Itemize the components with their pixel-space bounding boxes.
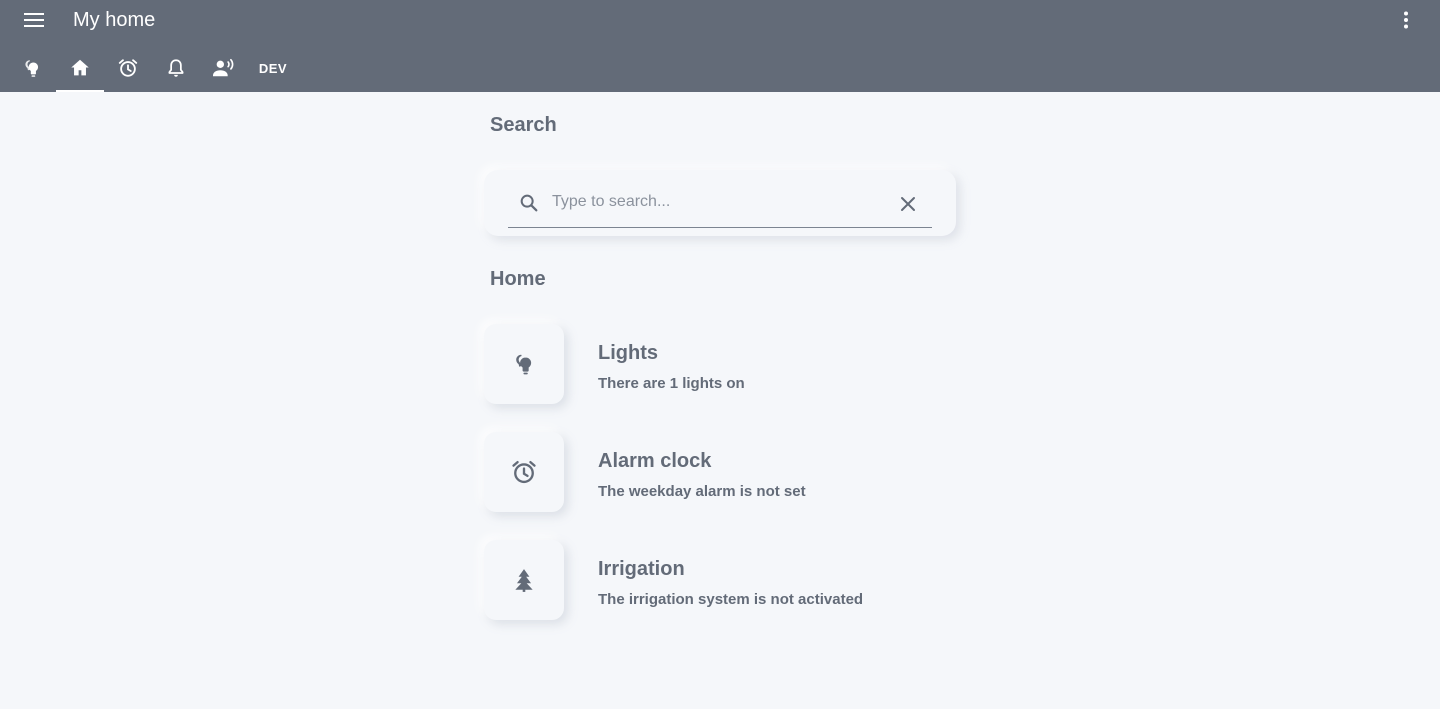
more-vertical-icon bbox=[1404, 11, 1408, 29]
tile-title: Irrigation bbox=[598, 558, 685, 580]
tab-alarm[interactable] bbox=[104, 44, 152, 92]
tile-subtitle: The weekday alarm is not set bbox=[598, 483, 806, 500]
search-section-title: Search bbox=[490, 114, 557, 136]
tree-icon bbox=[515, 569, 533, 592]
alarm-clock-icon bbox=[118, 59, 138, 77]
tile-title: Alarm clock bbox=[598, 450, 712, 472]
tile-icon-box bbox=[484, 324, 564, 404]
tile-icon-box bbox=[484, 540, 564, 620]
search-field bbox=[508, 184, 932, 228]
tile-subtitle: There are 1 lights on bbox=[598, 375, 745, 392]
app-title: My home bbox=[73, 9, 156, 31]
tile-icon-box bbox=[484, 432, 564, 512]
tile-alarm-clock[interactable]: Alarm clock The weekday alarm is not set bbox=[484, 432, 984, 512]
tile-title: Lights bbox=[598, 342, 658, 364]
tab-lights[interactable] bbox=[8, 44, 56, 92]
tab-notifications[interactable] bbox=[152, 44, 200, 92]
tile-lights[interactable]: Lights There are 1 lights on bbox=[484, 324, 984, 404]
search-card bbox=[484, 170, 956, 236]
app-header: My home DEV bbox=[0, 0, 1440, 92]
bell-icon bbox=[168, 59, 184, 77]
tab-home[interactable] bbox=[56, 44, 104, 92]
menu-icon bbox=[24, 13, 44, 27]
tile-irrigation[interactable]: Irrigation The irrigation system is not … bbox=[484, 540, 984, 620]
search-icon bbox=[520, 194, 538, 212]
search-input[interactable] bbox=[550, 188, 880, 216]
close-icon bbox=[901, 197, 915, 211]
tile-subtitle: The irrigation system is not activated bbox=[598, 591, 864, 608]
lightbulb-icon bbox=[25, 60, 39, 77]
home-section-title: Home bbox=[490, 268, 546, 290]
voice-person-icon bbox=[213, 58, 234, 77]
tab-dev[interactable]: DEV bbox=[248, 44, 298, 92]
home-icon bbox=[71, 59, 89, 76]
clear-search-button[interactable] bbox=[896, 192, 920, 216]
lightbulb-icon bbox=[516, 354, 532, 375]
alarm-clock-icon bbox=[512, 460, 536, 484]
menu-button[interactable] bbox=[20, 8, 48, 32]
overflow-menu-button[interactable] bbox=[1394, 8, 1418, 32]
tab-voice[interactable] bbox=[200, 44, 248, 92]
tab-bar: DEV bbox=[8, 44, 298, 92]
